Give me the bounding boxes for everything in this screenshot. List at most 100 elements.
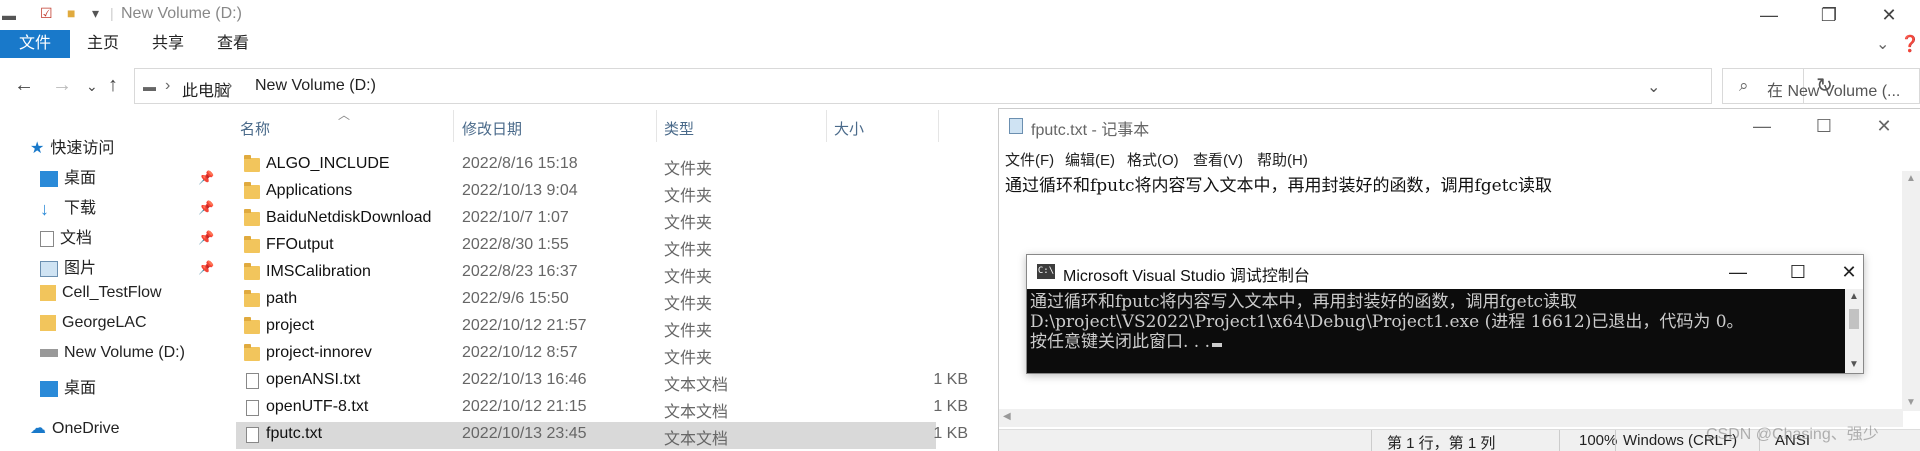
file-name: Applications <box>266 182 353 199</box>
scroll-down-icon[interactable]: ▼ <box>1906 397 1916 408</box>
help-icon[interactable]: ❓ <box>1900 34 1920 54</box>
file-row[interactable]: FFOutput 2022/8/30 1:55 文件夹 <box>236 233 936 260</box>
breadcrumb-chevron[interactable]: › <box>165 77 170 95</box>
console-close-button[interactable]: ✕ <box>1835 259 1863 285</box>
nav-quick-access[interactable]: ★ 快速访问 <box>30 134 114 162</box>
file-name: ALGO_INCLUDE <box>266 155 390 172</box>
breadcrumb-this-pc[interactable]: 此电脑 <box>182 77 230 101</box>
search-icon: ⌕ <box>1739 76 1749 95</box>
search-input[interactable]: ⌕ 在 New Volume (... <box>1722 68 1920 104</box>
pin-icon[interactable]: 📌 <box>198 200 214 216</box>
console-vertical-scrollbar[interactable]: ▲ ▼ <box>1845 289 1863 373</box>
notepad-close-button[interactable]: ✕ <box>1861 113 1907 139</box>
titlebar-divider: | <box>110 5 114 21</box>
file-date: 2022/8/30 1:55 <box>462 236 569 253</box>
back-icon[interactable]: ← <box>14 74 34 97</box>
explorer-titlebar: ▬ ☑ ■ ▾ | New Volume (D:) — ❐ ✕ <box>0 0 1920 30</box>
console-titlebar: C:\ Microsoft Visual Studio 调试控制台 — ☐ ✕ <box>1027 255 1863 289</box>
minimize-button[interactable]: — <box>1746 2 1792 28</box>
notepad-title: fputc.txt - 记事本 <box>1031 122 1150 139</box>
nav-onedrive[interactable]: ☁ OneDrive <box>30 418 120 446</box>
menu-edit[interactable]: 编辑(E) <box>1065 149 1115 170</box>
nav-item-cell-testflow[interactable]: Cell_TestFlow <box>40 284 162 312</box>
column-header-type[interactable]: 类型 <box>664 118 694 139</box>
column-header-date[interactable]: 修改日期 <box>462 118 522 139</box>
file-name: project <box>266 317 315 334</box>
expand-ribbon-icon[interactable]: ⌄ <box>1876 34 1889 54</box>
console-maximize-button[interactable]: ☐ <box>1775 259 1821 285</box>
up-icon[interactable]: ↑ <box>108 74 118 97</box>
file-row[interactable]: ALGO_INCLUDE 2022/8/16 15:18 文件夹 <box>236 152 936 179</box>
nav-item-georgelac[interactable]: GeorgeLAC <box>40 314 147 342</box>
column-divider[interactable] <box>656 110 657 142</box>
folder-icon <box>40 284 56 301</box>
file-name: openANSI.txt <box>266 371 361 388</box>
text-cursor <box>1212 343 1223 347</box>
desktop-icon <box>40 380 58 397</box>
address-bar[interactable]: ▬ › 此电脑 › New Volume (D:) ⌄ ↻ <box>134 68 1833 104</box>
file-row[interactable]: openUTF-8.txt 2022/10/12 21:15 文本文档 1 KB <box>236 395 968 422</box>
notepad-vertical-scrollbar[interactable]: ▲ ▼ <box>1902 171 1920 411</box>
tab-file[interactable]: 文件 <box>0 30 70 58</box>
desktop-icon <box>40 170 58 187</box>
nav-item-downloads[interactable]: ↓ 下载 <box>40 194 96 222</box>
pin-icon[interactable]: 📌 <box>198 170 214 186</box>
nav-item-pictures[interactable]: 图片 <box>40 254 96 282</box>
nav-item-documents[interactable]: 文档 <box>40 224 92 252</box>
column-header-size[interactable]: 大小 <box>834 118 864 139</box>
text-file-icon <box>246 400 259 416</box>
notepad-menubar: 文件(F) 编辑(E) 格式(O) 查看(V) 帮助(H) <box>999 147 1920 171</box>
nav-item-desktop-2[interactable]: 桌面 <box>40 374 96 402</box>
breadcrumb-chevron[interactable]: › <box>227 77 232 95</box>
scroll-down-icon[interactable]: ▼ <box>1849 359 1859 370</box>
file-name: fputc.txt <box>266 425 323 442</box>
scroll-left-icon[interactable]: ◀ <box>1003 411 1011 422</box>
navigation-bar: ← → ⌄ ↑ ▬ › 此电脑 › New Volume (D:) ⌄ ↻ <box>0 68 1920 104</box>
new-folder-icon[interactable]: ■ <box>67 5 75 21</box>
pin-icon[interactable]: 📌 <box>198 260 214 276</box>
file-row[interactable]: BaiduNetdiskDownload 2022/10/7 1:07 文件夹 <box>236 206 936 233</box>
nav-item-new-volume[interactable]: New Volume (D:) <box>40 344 185 372</box>
scrollbar-thumb[interactable] <box>1849 309 1859 329</box>
menu-view[interactable]: 查看(V) <box>1193 149 1243 170</box>
nav-item-desktop[interactable]: 桌面 <box>40 164 96 192</box>
menu-file[interactable]: 文件(F) <box>1005 149 1054 170</box>
console-output[interactable]: 通过循环和fputc将内容写入文本中，再用封装好的函数，调用fgetc读取 D:… <box>1027 289 1845 373</box>
column-divider[interactable] <box>453 110 454 142</box>
pin-icon[interactable]: 📌 <box>198 230 214 246</box>
tab-share[interactable]: 共享 <box>152 30 184 58</box>
file-row[interactable]: path 2022/9/6 15:50 文件夹 <box>236 287 936 314</box>
file-type: 文件夹 <box>664 161 713 178</box>
tab-home[interactable]: 主页 <box>87 30 119 58</box>
restore-button[interactable]: ❐ <box>1806 2 1852 28</box>
file-row[interactable]: project 2022/10/12 21:57 文件夹 <box>236 314 936 341</box>
close-button[interactable]: ✕ <box>1866 2 1912 28</box>
menu-help[interactable]: 帮助(H) <box>1257 149 1308 170</box>
address-dropdown-icon[interactable]: ⌄ <box>1647 77 1660 97</box>
file-row[interactable]: fputc.txt 2022/10/13 23:45 文本文档 1 KB <box>236 422 968 449</box>
scroll-up-icon[interactable]: ▲ <box>1906 173 1916 184</box>
file-date: 2022/10/12 8:57 <box>462 344 578 361</box>
file-size: 1 KB <box>933 371 968 388</box>
folder-icon <box>244 182 260 199</box>
forward-icon[interactable]: → <box>52 74 72 97</box>
scroll-up-icon[interactable]: ▲ <box>1849 291 1859 302</box>
console-minimize-button[interactable]: — <box>1715 259 1761 285</box>
menu-format[interactable]: 格式(O) <box>1127 149 1179 170</box>
recent-locations-icon[interactable]: ⌄ <box>86 78 98 95</box>
status-position: 第 1 行，第 1 列 <box>1387 435 1496 451</box>
tab-view[interactable]: 查看 <box>217 30 249 58</box>
file-row[interactable]: openANSI.txt 2022/10/13 16:46 文本文档 1 KB <box>236 368 968 395</box>
file-row[interactable]: Applications 2022/10/13 9:04 文件夹 <box>236 179 936 206</box>
notepad-titlebar: fputc.txt - 记事本 — ☐ ✕ <box>999 109 1920 143</box>
breadcrumb-drive[interactable]: New Volume (D:) <box>255 77 376 95</box>
notepad-maximize-button[interactable]: ☐ <box>1801 113 1847 139</box>
column-divider[interactable] <box>826 110 827 142</box>
customize-toolbar-icon[interactable]: ▾ <box>92 5 99 22</box>
file-row[interactable]: project-innorev 2022/10/12 8:57 文件夹 <box>236 341 936 368</box>
notepad-minimize-button[interactable]: — <box>1739 113 1785 139</box>
column-divider[interactable] <box>938 110 939 142</box>
file-row[interactable]: IMSCalibration 2022/8/23 16:37 文件夹 <box>236 260 936 287</box>
properties-checkbox-icon[interactable]: ☑ <box>40 5 53 22</box>
column-header-name[interactable]: 名称 <box>240 118 270 139</box>
